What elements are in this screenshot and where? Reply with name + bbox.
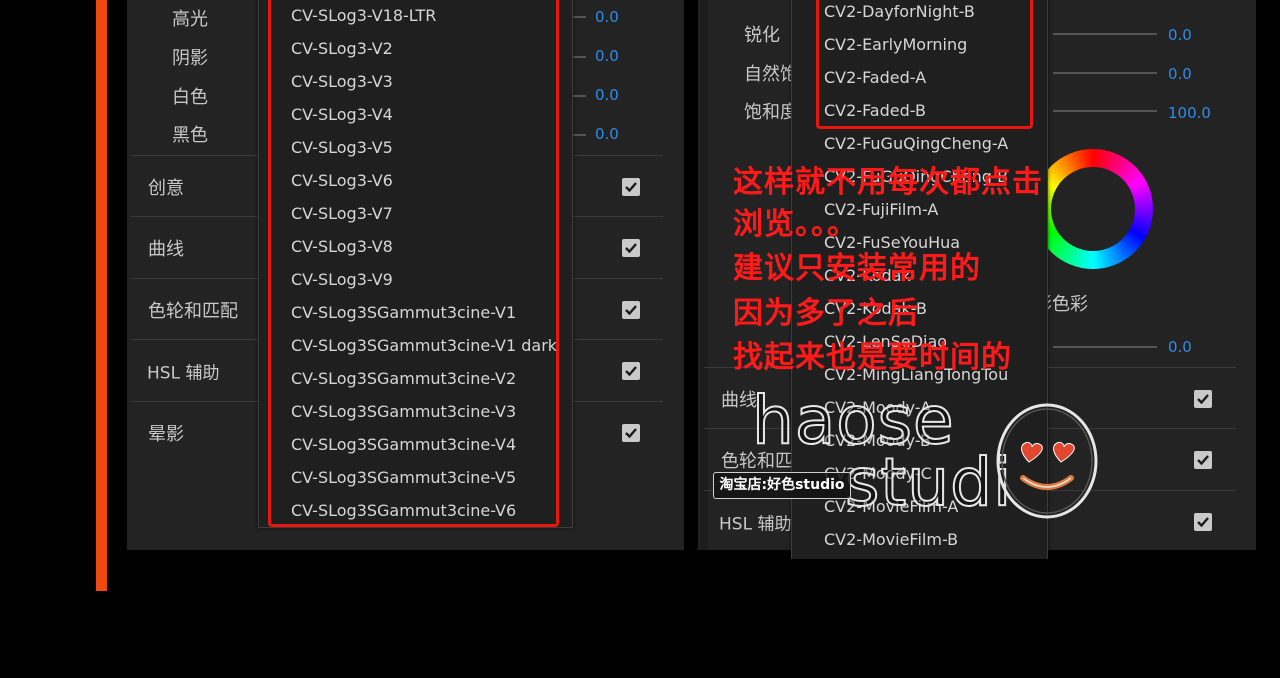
- slider-track[interactable]: [1053, 110, 1157, 112]
- slider-value[interactable]: 0.0: [595, 47, 619, 65]
- slider-label: 黑色: [172, 125, 208, 146]
- dropdown-item[interactable]: CV2-Faded-A: [792, 61, 1047, 94]
- dropdown-item[interactable]: CV2-DayforNight-B: [792, 0, 1047, 28]
- checkmark-icon: [1197, 393, 1209, 404]
- slider-value[interactable]: 0.0: [1168, 338, 1192, 356]
- slider-track[interactable]: [1053, 346, 1157, 348]
- slider-track[interactable]: [1053, 72, 1157, 74]
- dropdown-item[interactable]: CV2-MovieFilm-B: [792, 523, 1047, 556]
- accent-bar: [96, 0, 107, 591]
- annotation-line: 建议只安装常用的: [733, 251, 981, 286]
- checkmark-icon: [625, 427, 637, 438]
- annotation-line: 因为多了之后: [733, 296, 919, 331]
- section-enable-checkbox[interactable]: [622, 177, 640, 196]
- dropdown-item[interactable]: CV2-Faded-B: [792, 94, 1047, 127]
- dropdown-item[interactable]: CV-SLog3SGammut3cine-V6: [259, 494, 572, 527]
- slider-value[interactable]: 0.0: [1168, 26, 1192, 44]
- dropdown-item[interactable]: CV-SLog3-V18-LTR: [259, 0, 572, 32]
- section-enable-checkbox[interactable]: [1194, 512, 1212, 531]
- section-enable-checkbox[interactable]: [1194, 450, 1212, 469]
- shadow-tint-color-wheel[interactable]: [1033, 149, 1153, 269]
- dropdown-item[interactable]: CV-SLog3SGammut3cine-V2: [259, 362, 572, 395]
- dropdown-item[interactable]: CV-SLog3-V7: [259, 197, 572, 230]
- dropdown-item[interactable]: CV2-EarlyMorning: [792, 28, 1047, 61]
- section-label: 色轮和匹配: [148, 300, 238, 322]
- slider-track[interactable]: [572, 16, 586, 18]
- slider-value[interactable]: 0.0: [1168, 65, 1192, 83]
- annotation-line: 这样就不用每次都点击: [733, 165, 1043, 200]
- lut-dropdown-list[interactable]: CV-SLog3-V18-LTR CV-SLog3-V2 CV-SLog3-V3…: [258, 0, 573, 528]
- dropdown-item[interactable]: CV-SLog3-V4: [259, 98, 572, 131]
- slider-value[interactable]: 0.0: [595, 86, 619, 104]
- dropdown-item[interactable]: CV-SLog3-V2: [259, 32, 572, 65]
- slider-label: 饱和度: [744, 102, 798, 123]
- section-label: 创意: [148, 177, 184, 199]
- section-enable-checkbox[interactable]: [622, 300, 640, 319]
- dropdown-item[interactable]: CV-SLog3SGammut3cine-V1 dark: [259, 329, 572, 362]
- dropdown-item[interactable]: CV-SLog3-V5: [259, 131, 572, 164]
- checkmark-icon: [625, 242, 637, 253]
- section-label: HSL 辅助: [147, 363, 220, 383]
- slider-track[interactable]: [572, 95, 586, 97]
- dropdown-item[interactable]: CV-SLog3-V6: [259, 164, 572, 197]
- slider-value[interactable]: 0.0: [595, 8, 619, 26]
- watermark-badge: 淘宝店:好色studio: [713, 472, 851, 499]
- smiley-heart-eyes-icon: [996, 403, 1098, 519]
- checkmark-icon: [625, 365, 637, 376]
- dropdown-item[interactable]: CV-SLog3SGammut3cine-V3: [259, 395, 572, 428]
- watermark-text: studi: [844, 443, 1013, 522]
- annotation-line: 浏览。。。: [733, 207, 858, 242]
- slider-value[interactable]: 100.0: [1168, 104, 1211, 122]
- section-label: 晕影: [148, 423, 184, 445]
- section-label: HSL 辅助: [719, 514, 792, 534]
- checkmark-icon: [1197, 454, 1209, 465]
- slider-label: 阴影: [172, 48, 208, 69]
- dropdown-item[interactable]: CV-SLog3SGammut3cine-V5: [259, 461, 572, 494]
- dropdown-item[interactable]: CV-SLog3-V3: [259, 65, 572, 98]
- dropdown-item[interactable]: CV-SLog3-V9: [259, 263, 572, 296]
- section-enable-checkbox[interactable]: [622, 238, 640, 257]
- section-label: 曲线: [148, 238, 184, 260]
- section-enable-checkbox[interactable]: [1194, 389, 1212, 408]
- slider-track[interactable]: [1053, 33, 1157, 35]
- slider-label: 高光: [172, 9, 208, 30]
- dropdown-item[interactable]: CV-SLog3SGammut3cine-V4: [259, 428, 572, 461]
- checkmark-icon: [625, 304, 637, 315]
- slider-track[interactable]: [572, 56, 586, 58]
- dropdown-item[interactable]: CV-SLog3SGammut3cine-V1: [259, 296, 572, 329]
- checkmark-icon: [625, 181, 637, 192]
- slider-value[interactable]: 0.0: [595, 125, 619, 143]
- section-enable-checkbox[interactable]: [622, 423, 640, 442]
- dropdown-item[interactable]: CV2-FuGuQingCheng-A: [792, 127, 1047, 160]
- slider-track[interactable]: [572, 134, 586, 136]
- dropdown-item[interactable]: CV-SLog3-V8: [259, 230, 572, 263]
- slider-label: 白色: [172, 87, 208, 108]
- checkmark-icon: [1197, 516, 1209, 527]
- annotation-line: 找起来也是要时间的: [733, 340, 1012, 375]
- slider-label: 锐化: [744, 25, 780, 46]
- section-enable-checkbox[interactable]: [622, 361, 640, 380]
